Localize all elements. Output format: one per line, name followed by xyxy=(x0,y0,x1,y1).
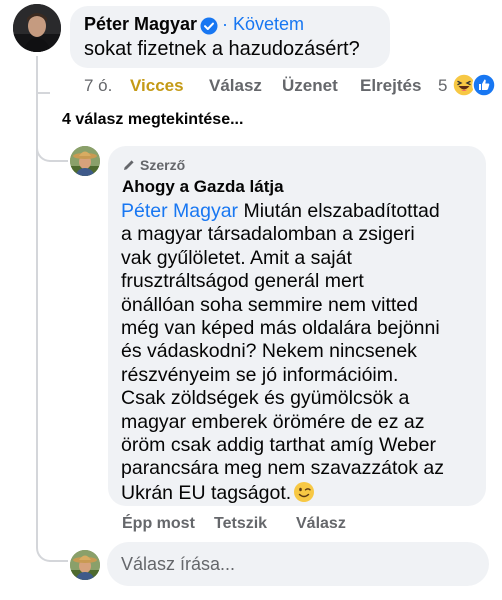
reply-text: Péter Magyar Miután elszabadítottad a mag… xyxy=(121,200,481,505)
hide-button[interactable]: Elrejtés xyxy=(360,76,421,96)
reply-actions: Épp most Tetszik Válasz xyxy=(122,515,382,537)
reply-time[interactable]: Épp most xyxy=(122,515,195,533)
view-replies-link[interactable]: 4 válasz megtekintése... xyxy=(62,111,243,129)
comment-author[interactable]: Péter Magyar xyxy=(84,14,197,35)
reply-reply-button[interactable]: Válasz xyxy=(296,515,346,533)
reply-input[interactable] xyxy=(121,542,471,586)
reply-input-wrapper xyxy=(107,542,489,586)
reply-text-line: Ukrán EU tagságot. xyxy=(121,481,292,504)
reply-text-line: Miután elszabadítottad xyxy=(238,200,440,222)
reply-text-line: magyar emberek örömére de ez az xyxy=(121,410,425,433)
comment-time[interactable]: 7 ó. xyxy=(84,76,112,96)
message-button[interactable]: Üzenet xyxy=(282,76,338,96)
reply-text-line: a magyar társadalomban a zsigeri xyxy=(121,223,415,246)
avatar-commenter[interactable] xyxy=(13,4,61,52)
reply-text-line: még van képed más oldalára bejönni xyxy=(121,317,440,340)
avatar-reply-author[interactable] xyxy=(70,146,100,176)
reply-text-line: részvényeim se jó információim. xyxy=(121,363,399,386)
reply-text-line: öröm csak addig tarthat amíg Weber xyxy=(121,434,437,457)
author-badge-label: Szerző xyxy=(140,157,186,173)
reply-text-line: önállóan soha semmire nem vitted xyxy=(121,293,418,316)
reply-author[interactable]: Ahogy a Gazda látja xyxy=(122,177,284,197)
wink-emoji-icon xyxy=(294,481,315,502)
comment-actions: 7 ó. Vicces Válasz Üzenet Elrejtés xyxy=(84,76,424,98)
thread-branch xyxy=(36,136,68,162)
follow-button[interactable]: · Követem xyxy=(222,14,304,35)
verified-badge-icon xyxy=(200,17,218,35)
reply-button[interactable]: Válasz xyxy=(209,76,262,96)
thread-line xyxy=(36,56,38,546)
like-button[interactable]: Tetszik xyxy=(214,515,267,533)
pencil-icon xyxy=(124,160,134,170)
thread-branch-input xyxy=(36,536,68,562)
reaction-count[interactable]: 5 xyxy=(438,76,447,96)
reply-text-line: és vádaskodni? Nekem nincsenek xyxy=(121,340,417,363)
mention-link[interactable]: Péter Magyar xyxy=(121,200,238,222)
reply-text-line: parancsára meg nem szavazzátok az xyxy=(121,457,444,480)
comment-text: sokat fizetnek a hazudozásért? xyxy=(84,38,360,60)
reply-text-line: vak gyűlöletet. Amit a saját xyxy=(121,246,352,269)
like-icon xyxy=(472,73,496,97)
thread-connector xyxy=(36,92,50,94)
reply-text-line: Csak zöldségek és gyümölcsök a xyxy=(121,387,410,410)
reply-text-line: frusztráltságod generál mert xyxy=(121,270,364,293)
reaction-vicces-button[interactable]: Vicces xyxy=(130,76,184,96)
avatar-current-user[interactable] xyxy=(70,550,100,580)
